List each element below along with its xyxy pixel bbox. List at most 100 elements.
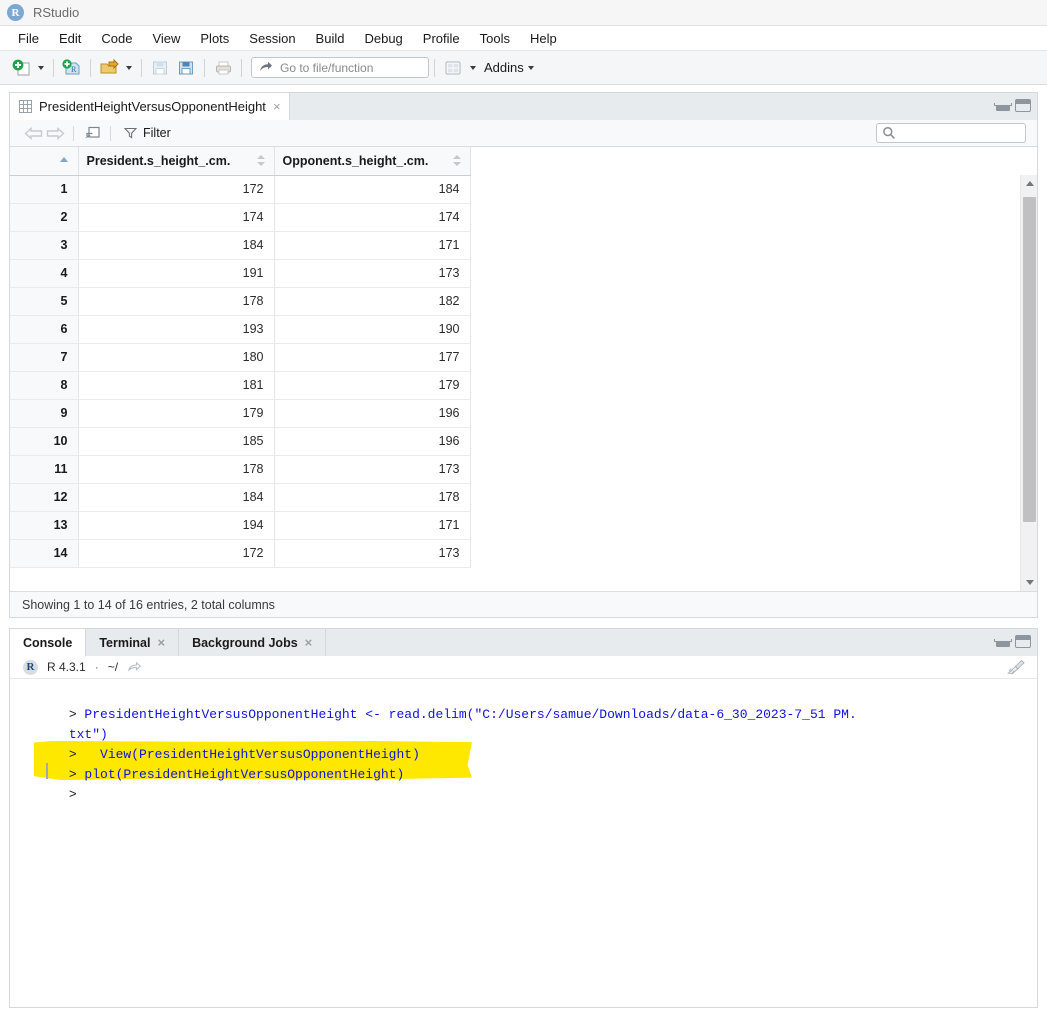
table-row[interactable]: 14 172 173	[10, 539, 471, 568]
console-line: txt")	[22, 705, 1037, 742]
close-icon[interactable]: ×	[273, 100, 281, 113]
new-file-icon[interactable]	[8, 56, 34, 80]
cell-opponent-height: 196	[274, 399, 471, 428]
data-grid-icon	[19, 100, 32, 113]
minimize-icon[interactable]	[994, 636, 1012, 647]
column-header-rownum[interactable]	[10, 147, 79, 176]
table-row[interactable]: 13 194 171	[10, 511, 471, 540]
forward-arrow-icon[interactable]	[44, 123, 66, 143]
close-icon[interactable]: ×	[157, 636, 165, 649]
menu-item-session[interactable]: Session	[239, 29, 305, 48]
open-file-dropdown-caret-icon[interactable]	[122, 56, 136, 80]
menu-item-code[interactable]: Code	[91, 29, 142, 48]
console-output[interactable]: > PresidentHeightVersusOpponentHeight <-…	[10, 679, 1037, 1007]
data-table: President.s_height_.cm. Opponent.s_heigh…	[10, 147, 471, 568]
close-icon[interactable]: ×	[305, 636, 313, 649]
cell-president-height: 185	[78, 427, 275, 456]
toolbar-divider	[241, 58, 242, 77]
cell-opponent-height: 173	[274, 259, 471, 288]
scroll-up-icon[interactable]	[1021, 175, 1037, 192]
cell-president-height: 178	[78, 455, 275, 484]
table-row[interactable]: 6 193 190	[10, 315, 471, 344]
main-toolbar: R Go to file/function Addins	[0, 51, 1047, 85]
table-row[interactable]: 1 172 184	[10, 175, 471, 204]
cell-president-height: 191	[78, 259, 275, 288]
open-file-icon[interactable]	[96, 56, 122, 80]
table-row[interactable]: 5 178 182	[10, 287, 471, 316]
scrollbar-thumb[interactable]	[1023, 197, 1036, 522]
toolbar-divider	[204, 58, 205, 77]
table-row[interactable]: 8 181 179	[10, 371, 471, 400]
table-row[interactable]: 4 191 173	[10, 259, 471, 288]
maximize-icon[interactable]	[1015, 635, 1031, 648]
open-in-window-icon[interactable]	[127, 661, 142, 674]
addins-caret-icon[interactable]	[524, 56, 538, 80]
source-tab-strip: PresidentHeightVersusOpponentHeight ×	[10, 93, 1037, 120]
filter-button[interactable]: Filter	[118, 124, 177, 142]
new-project-icon[interactable]: R	[59, 56, 85, 80]
broom-icon[interactable]	[1006, 659, 1026, 681]
back-arrow-icon[interactable]	[22, 123, 44, 143]
table-row[interactable]: 2 174 174	[10, 203, 471, 232]
tab-background-jobs[interactable]: Background Jobs ×	[179, 629, 327, 656]
cell-opponent-height: 173	[274, 539, 471, 568]
cell-president-height: 181	[78, 371, 275, 400]
filter-icon	[124, 127, 137, 139]
menu-item-help[interactable]: Help	[520, 29, 567, 48]
addins-button[interactable]: Addins	[484, 60, 524, 75]
menu-item-edit[interactable]: Edit	[49, 29, 91, 48]
table-row[interactable]: 12 184 178	[10, 483, 471, 512]
grid-vertical-scrollbar[interactable]	[1020, 175, 1037, 591]
cell-opponent-height: 171	[274, 231, 471, 260]
rstudio-logo-icon: R	[7, 4, 24, 21]
menu-item-view[interactable]: View	[142, 29, 190, 48]
working-directory-label: ~/	[107, 660, 119, 674]
column-header-opponent-height-label: Opponent.s_height_.cm.	[282, 153, 429, 168]
cell-president-height: 172	[78, 539, 275, 568]
table-row[interactable]: 10 185 196	[10, 427, 471, 456]
scroll-down-icon[interactable]	[1021, 574, 1037, 591]
table-row[interactable]: 9 179 196	[10, 399, 471, 428]
menu-item-file[interactable]: File	[8, 29, 49, 48]
column-header-president-height[interactable]: President.s_height_.cm.	[78, 147, 275, 176]
workspace-panes-caret-icon[interactable]	[466, 56, 480, 80]
console-prompt: >	[68, 787, 85, 802]
search-input[interactable]	[876, 123, 1026, 143]
tab-background-jobs-label: Background Jobs	[192, 635, 298, 650]
new-file-dropdown-caret-icon[interactable]	[34, 56, 48, 80]
menu-item-build[interactable]: Build	[306, 29, 355, 48]
print-icon	[210, 56, 236, 80]
menu-item-profile[interactable]: Profile	[413, 29, 470, 48]
menu-item-plots[interactable]: Plots	[190, 29, 239, 48]
table-row[interactable]: 11 178 173	[10, 455, 471, 484]
row-number-cell: 4	[10, 259, 79, 288]
console-pane-controls	[994, 635, 1031, 648]
show-in-new-window-icon[interactable]	[81, 123, 103, 143]
console-tab-strip: Console Terminal × Background Jobs ×	[10, 629, 1037, 656]
cell-president-height: 184	[78, 483, 275, 512]
goto-file-function-input[interactable]: Go to file/function	[251, 57, 429, 78]
document-tab-label: PresidentHeightVersusOpponentHeight	[39, 99, 266, 114]
table-row[interactable]: 7 180 177	[10, 343, 471, 372]
console-line: > PresidentHeightVersusOpponentHeight <-…	[22, 685, 1037, 722]
save-all-icon[interactable]	[173, 56, 199, 80]
row-number-cell: 8	[10, 371, 79, 400]
document-tab-president-height[interactable]: PresidentHeightVersusOpponentHeight ×	[10, 93, 290, 120]
column-header-opponent-height[interactable]: Opponent.s_height_.cm.	[274, 147, 471, 176]
grid-status-bar: Showing 1 to 14 of 16 entries, 2 total c…	[10, 591, 1037, 617]
tab-console[interactable]: Console	[10, 629, 87, 656]
cell-president-height: 180	[78, 343, 275, 372]
minimize-icon[interactable]	[994, 100, 1012, 111]
cell-president-height: 194	[78, 511, 275, 540]
tab-terminal[interactable]: Terminal ×	[86, 629, 180, 656]
workspace-panes-icon[interactable]	[440, 56, 466, 80]
menu-item-debug[interactable]: Debug	[354, 29, 412, 48]
menu-item-tools[interactable]: Tools	[470, 29, 520, 48]
cell-president-height: 178	[78, 287, 275, 316]
column-header-president-height-label: President.s_height_.cm.	[86, 153, 231, 168]
cell-opponent-height: 184	[274, 175, 471, 204]
maximize-icon[interactable]	[1015, 99, 1031, 112]
table-row[interactable]: 3 184 171	[10, 231, 471, 260]
cell-president-height: 184	[78, 231, 275, 260]
toolbar-divider	[141, 58, 142, 77]
